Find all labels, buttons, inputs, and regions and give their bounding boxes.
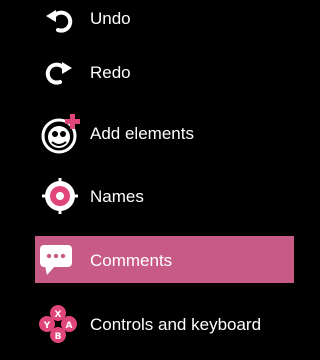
- menu-item-label: Controls and keyboard: [90, 315, 262, 334]
- add-elements-icon: [40, 112, 86, 156]
- menu-item-label: Names: [90, 187, 144, 206]
- menu-item-redo[interactable]: Redo: [0, 52, 294, 92]
- menu-item-controls-keyboard[interactable]: X Y A B Controls and keyboard: [0, 302, 294, 346]
- menu-item-names[interactable]: Names: [0, 174, 294, 218]
- menu-item-label: Undo: [90, 9, 131, 28]
- menu-item-add-elements[interactable]: Add elements: [0, 110, 294, 156]
- menu-item-undo[interactable]: Undo: [0, 0, 294, 40]
- menu-item-label: Comments: [90, 251, 173, 270]
- names-target-icon: [42, 178, 78, 218]
- menu-item-label: Redo: [90, 63, 131, 82]
- svg-text:B: B: [55, 332, 62, 342]
- redo-icon: [44, 58, 74, 91]
- undo-icon: [44, 6, 74, 39]
- side-menu: Undo Redo Add elements Names Comments X …: [0, 0, 294, 360]
- svg-text:A: A: [66, 321, 73, 331]
- svg-text:X: X: [55, 310, 62, 320]
- menu-item-label: Add elements: [90, 124, 194, 143]
- menu-item-comments[interactable]: Comments: [35, 236, 294, 283]
- comments-icon: [39, 244, 73, 281]
- svg-text:Y: Y: [43, 321, 51, 331]
- gamepad-buttons-icon: X Y A B: [38, 304, 78, 346]
